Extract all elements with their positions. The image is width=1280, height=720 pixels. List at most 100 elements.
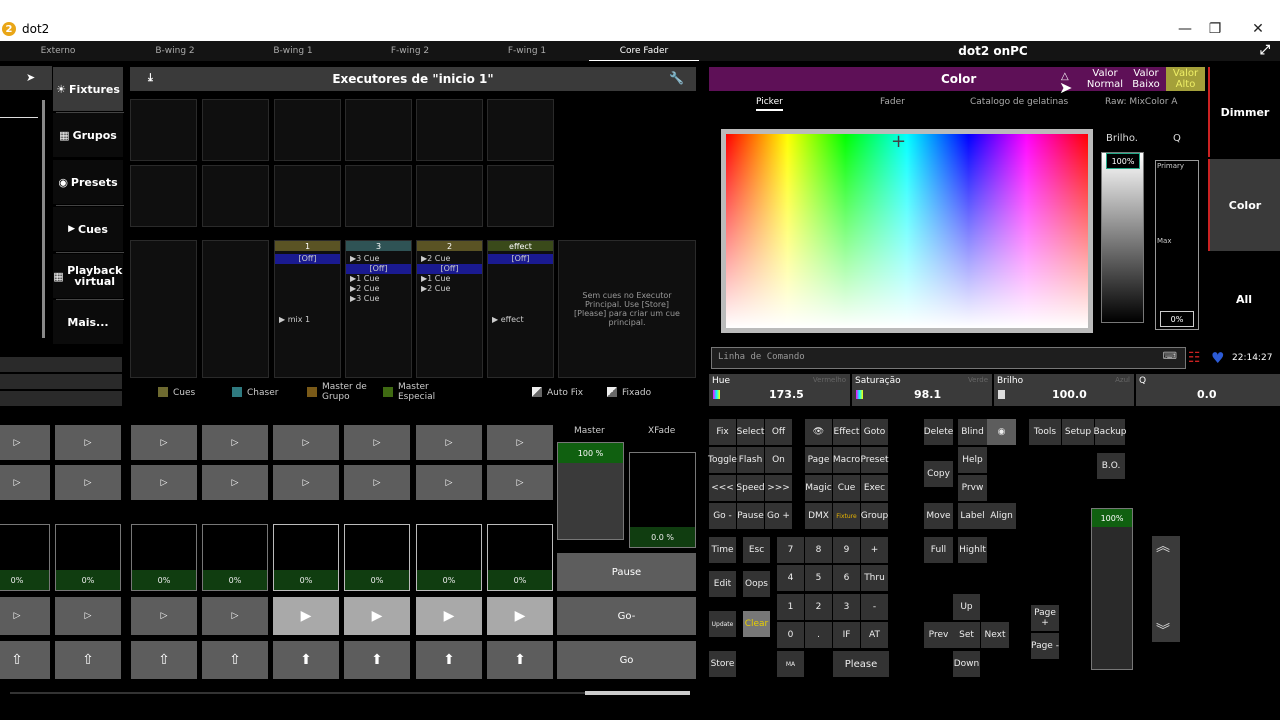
keyboard-icon[interactable]: ⌨	[1163, 351, 1177, 362]
thru-key[interactable]: Thru	[861, 565, 888, 591]
at-key[interactable]: AT	[861, 622, 888, 648]
executor-cell[interactable]	[416, 165, 483, 227]
go-button[interactable]: ▷	[0, 597, 50, 635]
executor-cell[interactable]	[274, 165, 341, 227]
encoder-saturacao[interactable]: Saturação Verde 98.1	[852, 374, 992, 406]
sidebar-item-grupos[interactable]: ▦ Grupos	[53, 113, 123, 157]
go-button[interactable]: ▷	[202, 597, 268, 635]
command-line[interactable]: Linha de Comando ⌨	[711, 347, 1186, 369]
horizontal-scrollbar[interactable]	[10, 691, 690, 695]
go-button[interactable]: ▷	[344, 465, 410, 500]
preset-key[interactable]: Preset	[860, 447, 889, 473]
go-button[interactable]: ▷	[131, 465, 197, 500]
go-button[interactable]: ▷	[55, 465, 121, 500]
store-key[interactable]: Store	[709, 651, 736, 677]
tab-b-wing-2[interactable]: B-wing 2	[120, 41, 230, 61]
flash-button[interactable]: ⬆	[344, 641, 410, 679]
executor-cell[interactable]	[130, 165, 197, 227]
tab-raw[interactable]: Raw: MixColor A	[1105, 97, 1177, 107]
executor-cell[interactable]	[487, 99, 554, 161]
go-button[interactable]: ▷	[0, 425, 50, 460]
encoder-brilho[interactable]: Brilho Azul 100.0	[994, 374, 1134, 406]
pin-icon[interactable]: ➤	[26, 71, 35, 84]
grand-master-fader[interactable]: 100%	[1091, 508, 1133, 670]
tab-core-fader[interactable]: Core Fader	[589, 41, 699, 61]
eye-key[interactable]: 👁	[805, 419, 832, 445]
executor-fader[interactable]: 0%	[202, 524, 268, 591]
cue-key[interactable]: Cue	[833, 475, 860, 501]
dot-key[interactable]: .	[805, 622, 832, 648]
q-slider[interactable]: Primary Max 0%	[1155, 160, 1199, 330]
sidebar-scrollbar[interactable]	[42, 100, 45, 338]
go-button[interactable]: ▷	[487, 425, 553, 460]
if-key[interactable]: IF	[833, 622, 860, 648]
up-key[interactable]: Up	[953, 594, 980, 620]
executor-cell[interactable]	[130, 240, 197, 378]
go-button[interactable]: ▷	[55, 425, 121, 460]
minus-key[interactable]: -	[861, 594, 888, 620]
tab-externo[interactable]: Externo	[3, 41, 113, 61]
backup-key[interactable]: Backup	[1094, 419, 1127, 445]
key-0[interactable]: 0	[777, 622, 804, 648]
pause-button[interactable]: Pause	[557, 553, 696, 591]
fix-key[interactable]: Fix	[709, 419, 736, 445]
sidebar-item-playback-virtual[interactable]: ▦ Playback virtual	[53, 254, 123, 298]
encoder-q[interactable]: Q 0.0	[1136, 374, 1280, 406]
key-2[interactable]: 2	[805, 594, 832, 620]
align-key[interactable]: Align	[987, 503, 1016, 529]
flash-key[interactable]: Flash	[737, 447, 764, 473]
delete-key[interactable]: Delete	[924, 419, 953, 445]
valor-baixo-button[interactable]: Valor Baixo	[1126, 67, 1166, 91]
magic-key[interactable]: Magic	[805, 475, 832, 501]
time-key[interactable]: Time	[709, 537, 736, 563]
go-button[interactable]: ▶	[273, 597, 339, 635]
go-plus-key[interactable]: Go +	[765, 503, 792, 529]
down-key[interactable]: Down	[953, 651, 980, 677]
update-key[interactable]: Update	[709, 611, 736, 637]
select-key[interactable]: Select	[737, 419, 764, 445]
group-key[interactable]: Group	[861, 503, 888, 529]
color-picker[interactable]: +	[721, 129, 1093, 333]
executor-cell[interactable]	[202, 99, 269, 161]
executor-cell[interactable]	[202, 165, 269, 227]
go-button[interactable]: ▶	[416, 597, 482, 635]
flash-button[interactable]: ⇧	[202, 641, 268, 679]
oops-key[interactable]: Oops	[743, 571, 770, 597]
clear-key[interactable]: Clear	[743, 611, 770, 637]
key-3[interactable]: 3	[833, 594, 860, 620]
sidebar-item-cues[interactable]: ▶ Cues	[53, 207, 123, 251]
executor-effect[interactable]: effect [Off] ▶ effect	[487, 240, 554, 378]
executor-fader[interactable]: 0%	[55, 524, 121, 591]
go-button[interactable]: ▷	[273, 425, 339, 460]
go-button[interactable]: ▷	[131, 425, 197, 460]
download-icon[interactable]: ⤓	[148, 71, 153, 85]
executor-fader[interactable]: 0%	[487, 524, 553, 591]
effect-key[interactable]: Effect	[833, 419, 860, 445]
executor-3[interactable]: 3 ▶3 Cue [Off] ▶1 Cue ▶2 Cue ▶3 Cue	[345, 240, 412, 378]
key-7[interactable]: 7	[777, 537, 804, 563]
sidebar-item-presets[interactable]: ◉ Presets	[53, 160, 123, 204]
go-button[interactable]: ▷	[487, 465, 553, 500]
help-key[interactable]: Help	[958, 447, 987, 473]
chevron-down-icon[interactable]: ︾	[1156, 620, 1170, 640]
flash-button[interactable]: ⇧	[55, 641, 121, 679]
preview-key[interactable]: Prvw	[958, 475, 987, 501]
set-key[interactable]: Set	[953, 622, 980, 648]
network-icon[interactable]: ☷	[1188, 350, 1201, 366]
goto-key[interactable]: Goto	[861, 419, 888, 445]
tab-f-wing-1[interactable]: F-wing 1	[472, 41, 582, 61]
executor-fader[interactable]: 0%	[416, 524, 482, 591]
go-button[interactable]: ▷	[416, 465, 482, 500]
expand-icon[interactable]: ⤢	[1260, 43, 1270, 58]
go-minus-key[interactable]: Go -	[709, 503, 736, 529]
key-5[interactable]: 5	[805, 565, 832, 591]
full-key[interactable]: Full	[924, 537, 953, 563]
tab-color[interactable]: Color	[1208, 159, 1280, 251]
executor-1[interactable]: 1 [Off] ▶ mix 1	[274, 240, 341, 378]
executor-cell[interactable]	[202, 240, 269, 378]
next-key[interactable]: Next	[981, 622, 1009, 648]
plus-key[interactable]: +	[861, 537, 888, 563]
page-minus-key[interactable]: Page -	[1031, 633, 1059, 659]
tab-all[interactable]: All	[1208, 253, 1280, 345]
flash-button[interactable]: ⬆	[273, 641, 339, 679]
